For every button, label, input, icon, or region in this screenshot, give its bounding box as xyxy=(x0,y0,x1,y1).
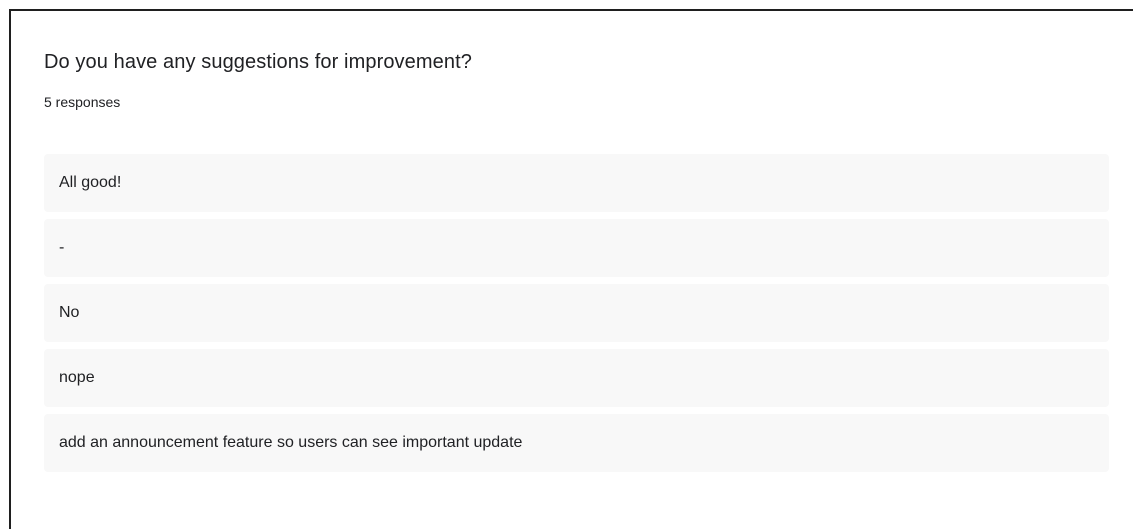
question-title: Do you have any suggestions for improvem… xyxy=(44,51,472,73)
response-item: No xyxy=(44,284,1109,342)
responses-list: All good! - No nope add an announcement … xyxy=(44,154,1109,479)
response-item: add an announcement feature so users can… xyxy=(44,414,1109,472)
response-item: - xyxy=(44,219,1109,277)
response-item: nope xyxy=(44,349,1109,407)
question-summary-card: Do you have any suggestions for improvem… xyxy=(9,9,1133,529)
response-item: All good! xyxy=(44,154,1109,212)
response-count: 5 responses xyxy=(44,94,121,110)
